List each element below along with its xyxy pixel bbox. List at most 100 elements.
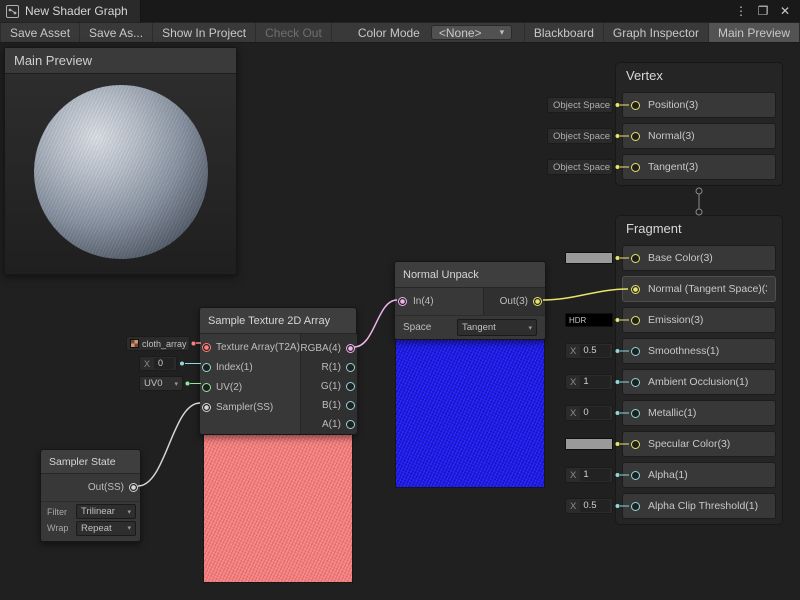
alpha-value[interactable]: 1 bbox=[580, 469, 610, 481]
filter-dropdown[interactable]: Trilinear ▾ bbox=[76, 504, 136, 519]
save-asset-button[interactable]: Save Asset bbox=[0, 23, 80, 42]
normal-unpack-out-row[interactable]: Out(3) bbox=[483, 288, 545, 315]
specular-color-swatch[interactable] bbox=[565, 438, 613, 450]
smoothness-field[interactable]: X 0.5 bbox=[565, 343, 613, 359]
ambient-occlusion-field[interactable]: X 1 bbox=[565, 374, 613, 390]
position-space-chip[interactable]: Object Space bbox=[547, 97, 613, 113]
shader-graph-window: New Shader Graph ⋮ ❐ ✕ Save Asset Save A… bbox=[0, 0, 800, 600]
vertex-stack-node[interactable]: Vertex Position(3) Normal(3) Tangent(3) bbox=[615, 62, 783, 186]
output-row-rgba[interactable]: RGBA(4) bbox=[301, 339, 355, 358]
output-row-b[interactable]: B(1) bbox=[301, 396, 355, 415]
emission-port[interactable] bbox=[631, 316, 640, 325]
fragment-block-ambient-occlusion[interactable]: Ambient Occlusion(1) bbox=[622, 369, 776, 395]
normal-port[interactable] bbox=[631, 132, 640, 141]
smoothness-value[interactable]: 0.5 bbox=[580, 345, 610, 357]
alpha-clip-field[interactable]: X 0.5 bbox=[565, 498, 613, 514]
fragment-block-alpha-clip[interactable]: Alpha Clip Threshold(1) bbox=[622, 493, 776, 519]
space-dropdown[interactable]: Tangent ▾ bbox=[457, 319, 537, 336]
sample-inputs: Texture Array(T2A) Index(1) UV(2) Sample… bbox=[200, 334, 300, 434]
main-preview-header[interactable]: Main Preview bbox=[5, 48, 236, 74]
fragment-block-emission[interactable]: Emission(3) bbox=[622, 307, 776, 333]
output-row-g[interactable]: G(1) bbox=[301, 377, 355, 396]
tangent-space-chip[interactable]: Object Space bbox=[547, 159, 613, 175]
sampler-port[interactable] bbox=[202, 403, 211, 412]
metallic-port[interactable] bbox=[631, 409, 640, 418]
fragment-block-smoothness[interactable]: Smoothness(1) bbox=[622, 338, 776, 364]
index-port[interactable] bbox=[202, 363, 211, 372]
graph-inspector-button[interactable]: Graph Inspector bbox=[604, 23, 709, 42]
blackboard-button[interactable]: Blackboard bbox=[524, 23, 604, 42]
close-icon[interactable]: ✕ bbox=[776, 4, 794, 18]
index-value[interactable]: 0 bbox=[154, 358, 174, 369]
alpha-field[interactable]: X 1 bbox=[565, 467, 613, 483]
specular-color-port[interactable] bbox=[631, 440, 640, 449]
wrap-dropdown[interactable]: Repeat ▾ bbox=[76, 521, 136, 536]
normal-port-label: Normal(3) bbox=[648, 130, 695, 142]
sample-texture-2d-array-node[interactable]: Sample Texture 2D Array Texture Array(T2… bbox=[199, 307, 357, 435]
output-row-a[interactable]: A(1) bbox=[301, 415, 355, 434]
ambient-occlusion-port[interactable] bbox=[631, 378, 640, 387]
vertex-block-normal[interactable]: Normal(3) bbox=[622, 123, 776, 149]
x-label: X bbox=[566, 346, 580, 357]
cloth-array-object-field[interactable]: cloth_array bbox=[126, 336, 190, 351]
tangent-port[interactable] bbox=[631, 163, 640, 172]
alpha-clip-port[interactable] bbox=[631, 502, 640, 511]
vertex-block-tangent[interactable]: Tangent(3) bbox=[622, 154, 776, 180]
input-row-uv[interactable]: UV(2) bbox=[202, 377, 300, 397]
base-color-port-label: Base Color(3) bbox=[648, 252, 713, 264]
metallic-value[interactable]: 0 bbox=[580, 407, 610, 419]
normal-unpack-title[interactable]: Normal Unpack bbox=[395, 262, 545, 288]
uv-channel-dropdown[interactable]: UV0 ▾ bbox=[139, 376, 183, 391]
fragment-block-specular-color[interactable]: Specular Color(3) bbox=[622, 431, 776, 457]
output-row-r[interactable]: R(1) bbox=[301, 358, 355, 377]
a-port[interactable] bbox=[346, 420, 355, 429]
main-preview-button[interactable]: Main Preview bbox=[709, 23, 800, 42]
window-tab[interactable]: New Shader Graph bbox=[0, 0, 141, 22]
emission-hdr-field[interactable]: HDR bbox=[565, 313, 613, 327]
main-preview-panel[interactable]: Main Preview bbox=[4, 47, 237, 275]
alpha-port[interactable] bbox=[631, 471, 640, 480]
b-port[interactable] bbox=[346, 401, 355, 410]
emission-port-label: Emission(3) bbox=[648, 314, 703, 326]
base-color-port[interactable] bbox=[631, 254, 640, 263]
menu-icon[interactable]: ⋮ bbox=[732, 4, 750, 18]
index-field[interactable]: X 0 bbox=[139, 356, 177, 371]
sampler-state-title[interactable]: Sampler State bbox=[41, 450, 140, 474]
out-port[interactable] bbox=[533, 297, 542, 306]
normal-space-chip[interactable]: Object Space bbox=[547, 128, 613, 144]
input-row-index[interactable]: Index(1) bbox=[202, 357, 300, 377]
normal-unpack-node[interactable]: Normal Unpack In(4) Out(3) Space Tangent… bbox=[394, 261, 546, 340]
smoothness-port[interactable] bbox=[631, 347, 640, 356]
fragment-block-alpha[interactable]: Alpha(1) bbox=[622, 462, 776, 488]
g-port[interactable] bbox=[346, 382, 355, 391]
maximize-icon[interactable]: ❐ bbox=[754, 4, 772, 18]
chevron-down-icon: ▾ bbox=[174, 380, 178, 388]
alpha-clip-value[interactable]: 0.5 bbox=[580, 500, 610, 512]
in-port[interactable] bbox=[398, 297, 407, 306]
input-row-texture-array[interactable]: Texture Array(T2A) bbox=[202, 337, 300, 357]
sample-node-title[interactable]: Sample Texture 2D Array bbox=[200, 308, 356, 334]
out-ss-port[interactable] bbox=[129, 483, 138, 492]
r-port[interactable] bbox=[346, 363, 355, 372]
fragment-block-metallic[interactable]: Metallic(1) bbox=[622, 400, 776, 426]
sampler-state-out-row[interactable]: Out(SS) bbox=[41, 474, 140, 500]
rgba-port[interactable] bbox=[346, 344, 355, 353]
color-mode-dropdown[interactable]: <None> ▾ bbox=[431, 25, 512, 40]
texture-array-port[interactable] bbox=[202, 343, 211, 352]
base-color-swatch[interactable] bbox=[565, 252, 613, 264]
ambient-occlusion-value[interactable]: 1 bbox=[580, 376, 610, 388]
fragment-block-base-color[interactable]: Base Color(3) bbox=[622, 245, 776, 271]
position-port[interactable] bbox=[631, 101, 640, 110]
normal-unpack-ports: In(4) Out(3) bbox=[395, 288, 545, 315]
vertex-block-position[interactable]: Position(3) bbox=[622, 92, 776, 118]
sampler-state-node[interactable]: Sampler State Out(SS) Filter Trilinear ▾… bbox=[40, 449, 141, 542]
input-row-sampler[interactable]: Sampler(SS) bbox=[202, 397, 300, 417]
fragment-stack-node[interactable]: Fragment Base Color(3) Normal (Tangent S… bbox=[615, 215, 783, 525]
save-as-button[interactable]: Save As... bbox=[80, 23, 153, 42]
fragment-block-normal[interactable]: Normal (Tangent Space)(3) bbox=[622, 276, 776, 302]
metallic-field[interactable]: X 0 bbox=[565, 405, 613, 421]
uv-port[interactable] bbox=[202, 383, 211, 392]
normal-unpack-in-row[interactable]: In(4) bbox=[395, 288, 483, 315]
show-in-project-button[interactable]: Show In Project bbox=[153, 23, 256, 42]
normal-tangent-port[interactable] bbox=[631, 285, 640, 294]
